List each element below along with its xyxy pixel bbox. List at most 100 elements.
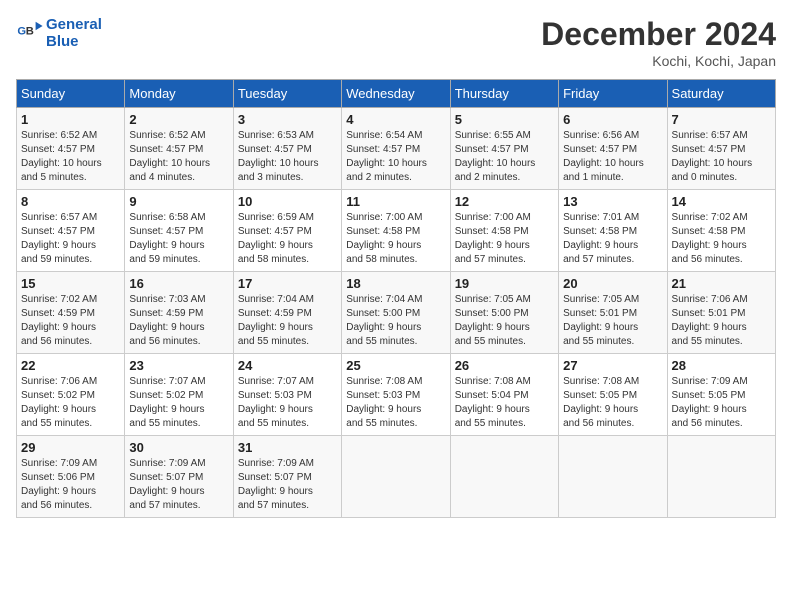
day-number: 10 [238,194,337,209]
calendar-week-5: 29 Sunrise: 7:09 AMSunset: 5:06 PMDayligh… [17,436,776,518]
day-number: 12 [455,194,554,209]
calendar-cell: 26Sunrise: 7:08 AMSunset: 5:04 PMDayligh… [450,354,558,436]
col-header-friday: Friday [559,80,667,108]
day-info: Sunrise: 7:04 AMSunset: 5:00 PMDaylight:… [346,293,445,349]
day-number: 2 [129,112,228,127]
day-info: Sunrise: 7:02 AMSunset: 4:59 PMDaylight:… [21,293,120,349]
day-number: 27 [563,358,662,373]
day-info: Sunrise: 7:09 AMSunset: 5:05 PMDaylight:… [672,375,771,431]
day-info: Sunrise: 7:04 AMSunset: 4:59 PMDaylight:… [238,293,337,349]
title-block: December 2024 Kochi, Kochi, Japan [541,16,776,69]
svg-text:B: B [26,25,34,37]
logo-line1: General [46,16,102,33]
calendar-cell: 1Sunrise: 6:52 AMSunset: 4:57 PMDaylight… [17,108,125,190]
calendar-cell: 3Sunrise: 6:53 AMSunset: 4:57 PMDaylight… [233,108,341,190]
calendar-cell: 2 Sunrise: 6:52 AMSunset: 4:57 PMDaylight… [125,108,233,190]
day-number: 5 [455,112,554,127]
day-info: Sunrise: 7:08 AMSunset: 5:03 PMDaylight:… [346,375,445,431]
day-info: Sunrise: 7:08 AMSunset: 5:05 PMDaylight:… [563,375,662,431]
calendar-cell: 6Sunrise: 6:56 AMSunset: 4:57 PMDaylight… [559,108,667,190]
calendar-cell: 19Sunrise: 7:05 AMSunset: 5:00 PMDayligh… [450,272,558,354]
day-number: 3 [238,112,337,127]
day-number: 26 [455,358,554,373]
location-subtitle: Kochi, Kochi, Japan [541,53,776,69]
calendar-cell: 10Sunrise: 6:59 AMSunset: 4:57 PMDayligh… [233,190,341,272]
calendar-week-4: 22 Sunrise: 7:06 AMSunset: 5:02 PMDayligh… [17,354,776,436]
day-info: Sunrise: 6:57 AMSunset: 4:57 PMDaylight:… [21,211,120,267]
day-info: Sunrise: 7:09 AMSunset: 5:07 PMDaylight:… [129,457,228,513]
day-info: Sunrise: 7:01 AMSunset: 4:58 PMDaylight:… [563,211,662,267]
calendar-header-row: SundayMondayTuesdayWednesdayThursdayFrid… [17,80,776,108]
day-info: Sunrise: 6:56 AMSunset: 4:57 PMDaylight:… [563,129,662,185]
calendar-cell: 18 Sunrise: 7:04 AMSunset: 5:00 PMDayligh… [342,272,450,354]
day-number: 16 [129,276,228,291]
calendar-cell: 14Sunrise: 7:02 AMSunset: 4:58 PMDayligh… [667,190,775,272]
day-number: 18 [346,276,445,291]
calendar-cell: 22 Sunrise: 7:06 AMSunset: 5:02 PMDayligh… [17,354,125,436]
calendar-body: 1Sunrise: 6:52 AMSunset: 4:57 PMDaylight… [17,108,776,518]
calendar-week-1: 1Sunrise: 6:52 AMSunset: 4:57 PMDaylight… [17,108,776,190]
calendar-cell: 23 Sunrise: 7:07 AMSunset: 5:02 PMDayligh… [125,354,233,436]
col-header-wednesday: Wednesday [342,80,450,108]
day-number: 23 [129,358,228,373]
day-number: 7 [672,112,771,127]
calendar-cell: 16 Sunrise: 7:03 AMSunset: 4:59 PMDayligh… [125,272,233,354]
day-info: Sunrise: 6:52 AMSunset: 4:57 PMDaylight:… [21,129,120,185]
day-info: Sunrise: 7:03 AMSunset: 4:59 PMDaylight:… [129,293,228,349]
calendar-cell: 31 Sunrise: 7:09 AMSunset: 5:07 PMDayligh… [233,436,341,518]
day-number: 21 [672,276,771,291]
day-number: 25 [346,358,445,373]
day-number: 11 [346,194,445,209]
calendar-cell: 20Sunrise: 7:05 AMSunset: 5:01 PMDayligh… [559,272,667,354]
day-info: Sunrise: 6:55 AMSunset: 4:57 PMDaylight:… [455,129,554,185]
calendar-cell: 28Sunrise: 7:09 AMSunset: 5:05 PMDayligh… [667,354,775,436]
calendar-cell: 11 Sunrise: 7:00 AMSunset: 4:58 PMDayligh… [342,190,450,272]
calendar-cell [450,436,558,518]
calendar-cell: 12 Sunrise: 7:00 AMSunset: 4:58 PMDayligh… [450,190,558,272]
day-info: Sunrise: 7:05 AMSunset: 5:00 PMDaylight:… [455,293,554,349]
day-info: Sunrise: 6:54 AMSunset: 4:57 PMDaylight:… [346,129,445,185]
calendar-cell: 27 Sunrise: 7:08 AMSunset: 5:05 PMDayligh… [559,354,667,436]
calendar-week-3: 15 Sunrise: 7:02 AMSunset: 4:59 PMDayligh… [17,272,776,354]
day-number: 9 [129,194,228,209]
day-number: 14 [672,194,771,209]
day-info: Sunrise: 7:00 AMSunset: 4:58 PMDaylight:… [346,211,445,267]
calendar-cell [559,436,667,518]
svg-text:G: G [17,25,26,37]
calendar-cell: 29 Sunrise: 7:09 AMSunset: 5:06 PMDayligh… [17,436,125,518]
col-header-sunday: Sunday [17,80,125,108]
calendar-cell [667,436,775,518]
day-number: 4 [346,112,445,127]
day-number: 17 [238,276,337,291]
day-number: 30 [129,440,228,455]
day-info: Sunrise: 7:09 AMSunset: 5:06 PMDaylight:… [21,457,120,513]
day-number: 31 [238,440,337,455]
day-number: 29 [21,440,120,455]
col-header-saturday: Saturday [667,80,775,108]
logo: G B General Blue [16,16,102,50]
calendar-cell: 25 Sunrise: 7:08 AMSunset: 5:03 PMDayligh… [342,354,450,436]
calendar-cell: 4 Sunrise: 6:54 AMSunset: 4:57 PMDaylight… [342,108,450,190]
day-number: 24 [238,358,337,373]
logo-icon: G B [16,19,44,47]
day-info: Sunrise: 7:00 AMSunset: 4:58 PMDaylight:… [455,211,554,267]
logo-line2: Blue [46,33,102,50]
calendar-cell [342,436,450,518]
day-info: Sunrise: 7:06 AMSunset: 5:02 PMDaylight:… [21,375,120,431]
calendar-cell: 17 Sunrise: 7:04 AMSunset: 4:59 PMDayligh… [233,272,341,354]
day-number: 15 [21,276,120,291]
col-header-monday: Monday [125,80,233,108]
calendar-cell: 13Sunrise: 7:01 AMSunset: 4:58 PMDayligh… [559,190,667,272]
month-title: December 2024 [541,16,776,53]
day-info: Sunrise: 7:06 AMSunset: 5:01 PMDaylight:… [672,293,771,349]
page-header: G B General Blue December 2024 Kochi, Ko… [16,16,776,69]
day-info: Sunrise: 6:52 AMSunset: 4:57 PMDaylight:… [129,129,228,185]
col-header-thursday: Thursday [450,80,558,108]
calendar-table: SundayMondayTuesdayWednesdayThursdayFrid… [16,79,776,518]
calendar-cell: 24Sunrise: 7:07 AMSunset: 5:03 PMDayligh… [233,354,341,436]
day-number: 22 [21,358,120,373]
day-info: Sunrise: 7:09 AMSunset: 5:07 PMDaylight:… [238,457,337,513]
col-header-tuesday: Tuesday [233,80,341,108]
day-info: Sunrise: 7:07 AMSunset: 5:02 PMDaylight:… [129,375,228,431]
calendar-cell: 30 Sunrise: 7:09 AMSunset: 5:07 PMDayligh… [125,436,233,518]
